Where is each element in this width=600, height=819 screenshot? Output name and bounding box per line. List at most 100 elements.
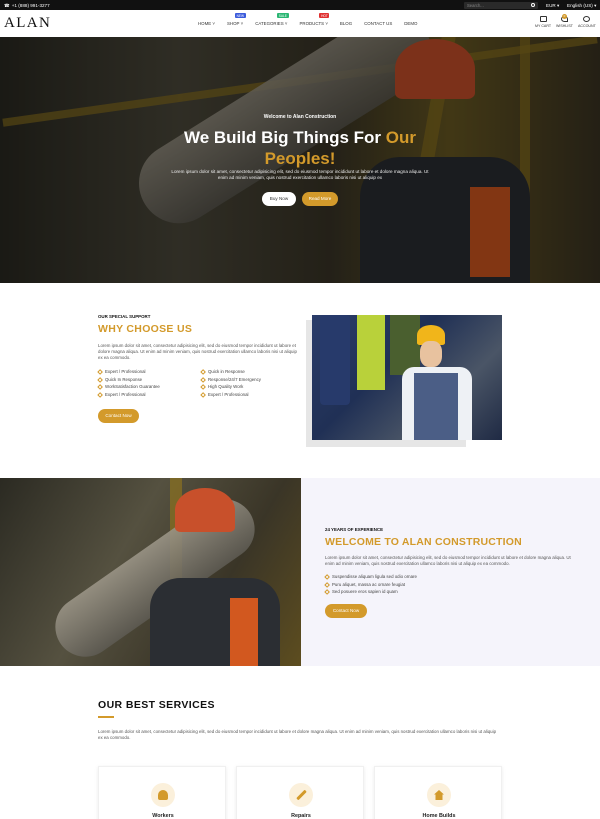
- nav-item-shop[interactable]: NEW SHOP ˅: [227, 13, 246, 26]
- features-list-left: Expert / Professional Quick In Response …: [98, 368, 160, 398]
- phone-contact[interactable]: ☎ +1 (888) 991-3277: [4, 3, 50, 9]
- search-icon[interactable]: [531, 2, 535, 7]
- features-list-right: Quick in Response Response/24/7 Emergenc…: [201, 368, 261, 398]
- section-description: Lorem ipsum dolor sit amet, consectetur …: [325, 555, 571, 566]
- worker-helmet: [175, 488, 235, 532]
- contact-now-button[interactable]: Contact Now: [325, 604, 367, 618]
- read-more-button[interactable]: Read More: [302, 192, 338, 206]
- nav-item-home[interactable]: HOME ˅: [198, 21, 215, 26]
- section-title: WELCOME TO ALAN CONSTRUCTION: [325, 536, 522, 548]
- hero-title-main: We Build Big Things For: [183, 128, 382, 147]
- hero-title: We Build Big Things For Our Peoples!: [0, 127, 600, 169]
- cart-link[interactable]: MY CART: [535, 16, 551, 28]
- nav-label: BLOG: [339, 21, 353, 26]
- hero-eyebrow: Welcome to Alan Construction: [263, 114, 337, 120]
- worker-jacket: [150, 578, 280, 666]
- section-description: Lorem ipsum dolor sit amet, consectetur …: [98, 729, 497, 740]
- service-card-repairs[interactable]: Repairs: [236, 766, 364, 819]
- nav-item-blog[interactable]: BLOG: [340, 21, 352, 26]
- nav-item-demo[interactable]: DEMO: [404, 21, 417, 26]
- title-underline: [98, 716, 114, 718]
- worker-vest: [230, 598, 258, 666]
- workers-icon: [151, 783, 175, 807]
- worker-face: [420, 341, 442, 367]
- hanging-uniform: [320, 315, 350, 405]
- hero-banner: Welcome to Alan Construction We Build Bi…: [0, 37, 600, 283]
- nav-label: DEMO: [404, 21, 418, 26]
- welcome-list: Suspendisse aliquam ligula sed odio orna…: [325, 573, 417, 596]
- main-header: ALAN HOME ˅ NEW SHOP ˅ SALE CATEGORIES ˅ H…: [0, 10, 600, 37]
- welcome-panel: [301, 478, 600, 666]
- nav-item-products[interactable]: HOT PRODUCTS ˅: [299, 13, 330, 26]
- top-bar: ☎ +1 (888) 991-3277 Search... EUR ▾ Engl…: [0, 0, 600, 10]
- nav-label: PRODUCTS: [299, 21, 325, 26]
- nav-item-contact[interactable]: CONTACT US: [364, 21, 392, 26]
- list-item: Suspendisse aliquam ligula sed odio orna…: [325, 573, 417, 581]
- search-input[interactable]: Search...: [464, 1, 538, 9]
- hero-content: Welcome to Alan Construction We Build Bi…: [0, 37, 600, 283]
- chevron-down-icon: ˅: [284, 21, 288, 26]
- account-link[interactable]: ACCOUNT: [578, 16, 596, 28]
- wishlist-count: 0: [561, 14, 567, 19]
- phone-icon: ☎: [4, 2, 10, 8]
- list-item: Sed posuere eros sapien id quam: [325, 588, 417, 596]
- service-card-label: Repairs: [291, 813, 311, 819]
- contact-now-button[interactable]: Contact Now: [98, 409, 139, 423]
- worker-vest: [414, 373, 458, 440]
- chevron-down-icon: ˅: [212, 21, 215, 26]
- phone-number: +1 (888) 991-3277: [11, 3, 50, 8]
- section-description: Lorem ipsum dolor sit amet, consectetur …: [98, 343, 297, 360]
- currency-value: EUR: [546, 2, 556, 8]
- wishlist-link[interactable]: 0 WISHLIST: [556, 14, 573, 28]
- nav-item-categories[interactable]: SALE CATEGORIES ˅: [255, 13, 289, 26]
- service-card-label: Workers: [152, 813, 174, 819]
- nav-label: SHOP: [227, 21, 240, 26]
- list-item: Expert / Professional: [98, 391, 160, 399]
- list-item: Quick in Response: [201, 368, 261, 376]
- language-value: English (US): [567, 2, 593, 8]
- hanging-vest: [357, 315, 385, 390]
- nav-label: HOME: [198, 21, 212, 26]
- wishlist-label: WISHLIST: [556, 24, 573, 28]
- services-section: OUR BEST SERVICES Lorem ipsum dolor sit …: [0, 666, 600, 819]
- why-choose-us-section: OUR SPECIAL SUPPORT WHY CHOOSE US Lorem …: [0, 283, 600, 478]
- account-label: ACCOUNT: [578, 24, 596, 28]
- list-item: Response/24/7 Emergency: [201, 376, 261, 384]
- user-icon: [583, 16, 591, 22]
- main-nav: HOME ˅ NEW SHOP ˅ SALE CATEGORIES ˅ HOT PRO…: [198, 13, 429, 26]
- language-selector[interactable]: English (US) ▾: [567, 3, 596, 9]
- new-badge: NEW: [235, 13, 246, 19]
- hero-description: Lorem ipsum dolor sit amet, consectetur …: [171, 169, 429, 180]
- list-item: WorkSatisfaction Guarantee: [98, 383, 160, 391]
- service-card-label: Home Builds: [422, 813, 456, 819]
- sale-badge: SALE: [277, 13, 289, 19]
- section-eyebrow: 24 YEARS OF EXPERIENCE: [325, 527, 383, 532]
- home-icon: [427, 783, 451, 807]
- list-item: Expert / Professional: [98, 368, 160, 376]
- list-item: Puru aliquet, massa ac ornare feugiat: [325, 581, 417, 589]
- section-title: WHY CHOOSE US: [98, 323, 193, 335]
- welcome-section: 24 YEARS OF EXPERIENCE WELCOME TO ALAN C…: [0, 478, 600, 666]
- buy-now-button[interactable]: Buy Now: [262, 192, 296, 206]
- service-card-home-builds[interactable]: Home Builds: [374, 766, 502, 819]
- chevron-down-icon: ˅: [325, 21, 328, 26]
- list-item: Quick In Response: [98, 376, 160, 384]
- cart-icon: [539, 16, 547, 22]
- list-item: Expert / Professional: [201, 391, 261, 399]
- welcome-photo: [0, 478, 301, 666]
- nav-label: CONTACT US: [364, 21, 393, 26]
- worker-photo: [312, 315, 502, 440]
- hanging-vest: [390, 315, 420, 375]
- search-placeholder: Search...: [467, 2, 484, 8]
- chevron-down-icon: ˅: [240, 21, 244, 26]
- list-item: High Quality Work: [201, 383, 261, 391]
- site-logo[interactable]: ALAN: [4, 15, 51, 32]
- section-eyebrow: OUR SPECIAL SUPPORT: [98, 314, 151, 319]
- service-card-workers[interactable]: Workers: [98, 766, 226, 819]
- hot-badge: HOT: [319, 13, 330, 19]
- section-title: OUR BEST SERVICES: [98, 699, 215, 711]
- nav-label: CATEGORIES: [255, 21, 284, 26]
- hero-title-accent: Peoples!: [264, 149, 336, 168]
- cart-label: MY CART: [535, 24, 552, 28]
- currency-selector[interactable]: EUR ▾: [546, 3, 559, 9]
